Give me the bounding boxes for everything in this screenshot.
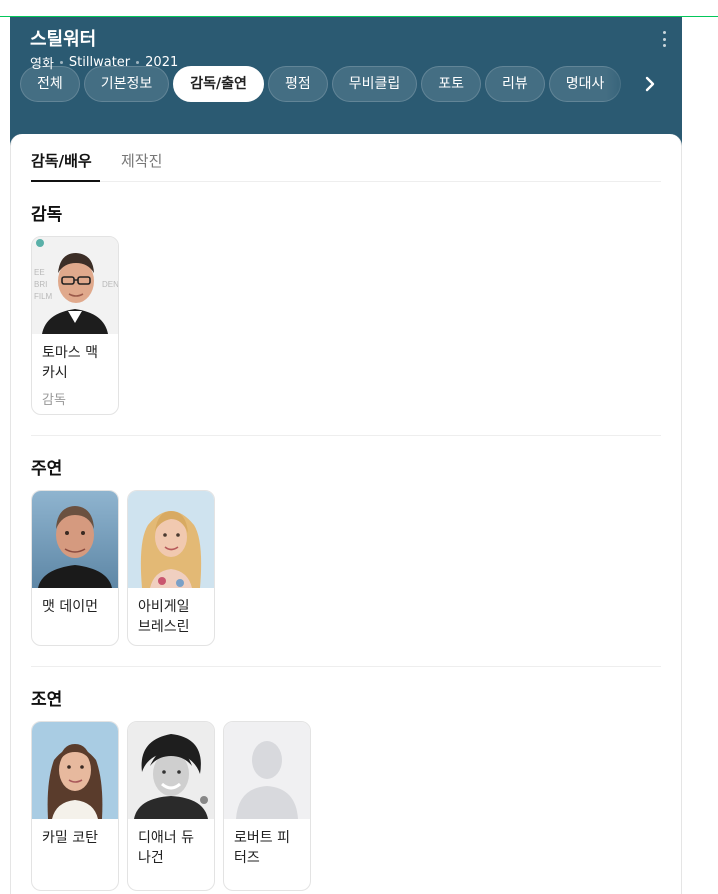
person-photo: EE BRI FILM DEN [32,237,118,334]
svg-text:DEN: DEN [102,280,118,289]
svg-text:EE: EE [34,268,45,277]
movie-title[interactable]: 스틸워터 [30,25,96,51]
person-photo [128,722,214,819]
avatar-placeholder-icon [224,722,310,819]
section-title-supporting: 조연 [31,690,63,710]
person-name: 디애너 듀나건 [138,830,194,866]
person-name: 맷 데이먼 [42,599,98,615]
subtab-director-actor[interactable]: 감독/배우 [31,150,92,171]
svg-text:FILM: FILM [34,292,53,301]
person-photo [32,491,118,588]
separator-dot [59,61,63,64]
chevron-right-icon[interactable] [640,74,660,94]
tab-all[interactable]: 전체 [20,66,80,102]
tab-photo[interactable]: 포토 [421,66,481,102]
active-subtab-indicator [31,180,100,182]
person-card[interactable]: 디애너 듀나건 [127,721,215,891]
person-photo [32,722,118,819]
tab-movie-clip[interactable]: 무비클립 [331,66,418,102]
person-card[interactable]: EE BRI FILM DEN 토마스 맥카시 감독 [31,236,119,415]
person-card[interactable]: 아비게일 브레스린 [127,490,215,646]
svg-text:BRI: BRI [34,280,47,289]
person-name: 카밀 코탄 [42,830,98,846]
category-tabs: 전체 기본정보 감독/출연 평점 무비클립 포토 리뷰 명대사 [20,66,650,102]
person-card[interactable]: 맷 데이먼 [31,490,119,646]
tab-rating[interactable]: 평점 [267,66,328,102]
tab-review[interactable]: 리뷰 [485,66,545,102]
tab-cast[interactable]: 감독/출연 [173,66,264,102]
person-name: 로버트 피터즈 [234,830,290,866]
section-title-director: 감독 [31,205,63,225]
person-name: 토마스 맥카시 [42,345,98,381]
tab-basic-info[interactable]: 기본정보 [83,66,170,102]
section-divider [31,435,661,436]
person-card[interactable]: 로버트 피터즈 [223,721,311,891]
subtab-bar: 감독/배우 제작진 [31,134,661,182]
separator-dot [136,61,140,64]
person-role: 감독 [42,393,66,408]
cast-panel: 감독/배우 제작진 감독 EE BRI FILM DEN 토마스 맥카시 감독 … [10,134,682,894]
person-card[interactable]: 카밀 코탄 [31,721,119,891]
section-divider [31,666,661,667]
section-title-lead: 주연 [31,459,63,479]
person-name: 아비게일 브레스린 [138,599,190,635]
person-photo [128,491,214,588]
subtab-crew[interactable]: 제작진 [121,150,162,171]
more-options-icon[interactable] [660,31,668,47]
person-photo [224,722,310,819]
